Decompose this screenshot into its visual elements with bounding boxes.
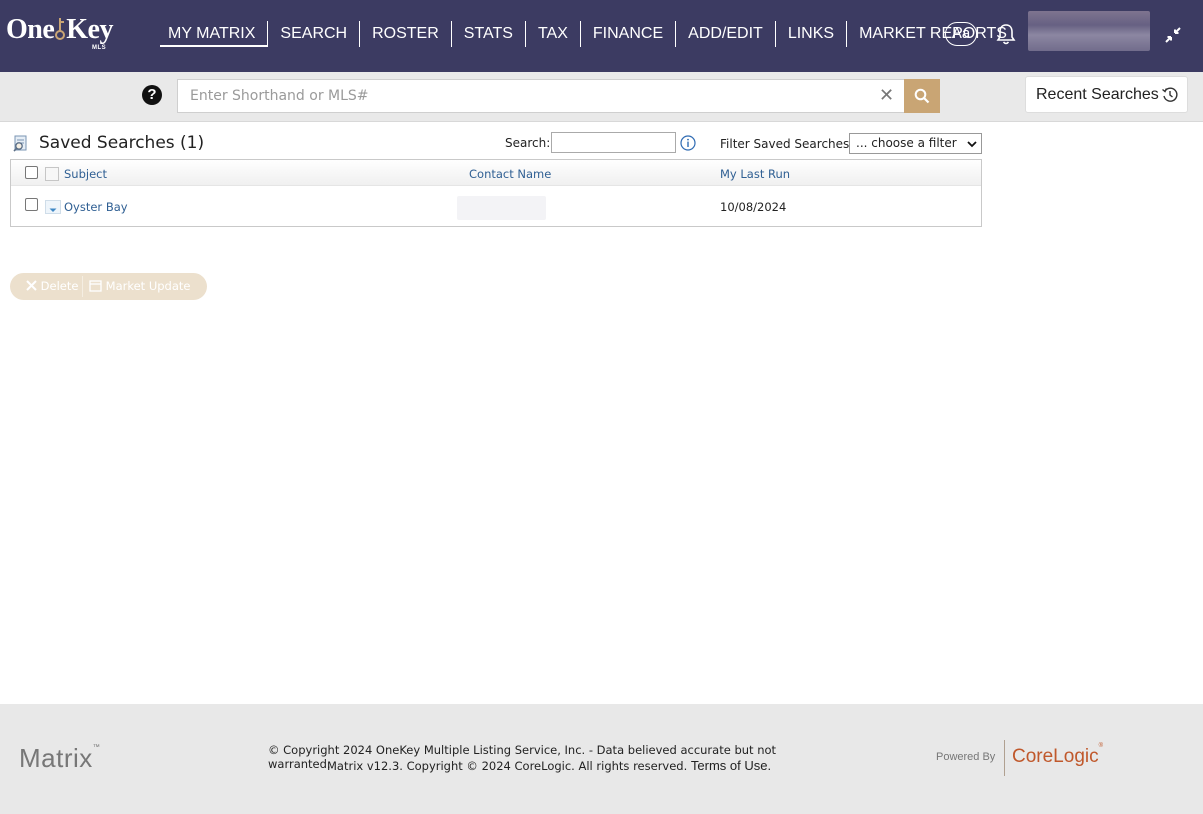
saved-search-text-input[interactable]: [551, 132, 676, 153]
matrix-logo: Matrix™: [19, 743, 100, 774]
font-size-button[interactable]: Aa: [945, 22, 977, 46]
copyright-line-2-text: Matrix v12.3. Copyright © 2024 CoreLogic…: [327, 759, 688, 773]
chevron-down-icon: [967, 141, 977, 148]
nav-finance[interactable]: FINANCE: [581, 21, 677, 47]
bell-icon[interactable]: [995, 22, 1017, 46]
shorthand-search-input[interactable]: [177, 79, 905, 113]
clear-search-icon[interactable]: ✕: [879, 87, 895, 105]
market-update-button[interactable]: Market Update: [89, 273, 191, 300]
caret-down-icon: [49, 208, 57, 212]
table-header-row: Subject Contact Name My Last Run: [11, 160, 981, 186]
logo-sub-mls: MLS: [92, 45, 107, 51]
filter-selected-value: ... choose a filter: [856, 136, 957, 150]
row-contact-name: [457, 196, 546, 220]
help-icon[interactable]: ?: [142, 85, 162, 105]
info-icon[interactable]: [680, 135, 696, 151]
recent-searches-button[interactable]: Recent Searches: [1025, 76, 1188, 113]
collapse-arrows-icon[interactable]: [1164, 26, 1182, 44]
search-icon: [914, 88, 930, 104]
nav-my-matrix[interactable]: MY MATRIX: [160, 21, 269, 47]
column-subject[interactable]: Subject: [64, 167, 107, 181]
saved-search-actions: Delete Market Update: [10, 273, 207, 300]
saved-searches-table: Subject Contact Name My Last Run Oyster …: [10, 159, 982, 227]
delete-label: Delete: [40, 279, 79, 293]
row-expand-icon[interactable]: [45, 200, 61, 214]
corelogic-logo[interactable]: CoreLogic®: [1012, 742, 1104, 768]
market-update-label: Market Update: [105, 279, 191, 293]
corelogic-text: CoreLogic: [1012, 746, 1099, 767]
matrix-logo-text: Matrix: [19, 743, 93, 773]
column-contact-name[interactable]: Contact Name: [469, 167, 551, 181]
footer-divider: [1004, 740, 1005, 776]
close-icon: [26, 280, 37, 291]
logo-text-one: One: [6, 14, 55, 45]
main-nav: MY MATRIX SEARCH ROSTER STATS TAX FINANC…: [160, 20, 1019, 48]
row-last-run: 10/08/2024: [720, 200, 787, 214]
select-all-checkbox[interactable]: [25, 166, 38, 179]
corelogic-mark: ®: [1098, 742, 1104, 749]
key-logo-icon: [54, 14, 66, 42]
row-checkbox[interactable]: [25, 198, 38, 211]
nav-roster[interactable]: ROSTER: [360, 21, 452, 47]
powered-by-label: Powered By: [936, 751, 996, 763]
filter-select[interactable]: ... choose a filter: [849, 133, 982, 154]
recent-searches-label: Recent Searches: [1036, 86, 1159, 103]
terms-of-use-link[interactable]: Terms of Use.: [691, 758, 771, 773]
nav-add-edit[interactable]: ADD/EDIT: [676, 21, 776, 47]
matrix-tm: ™: [92, 744, 101, 752]
nav-stats[interactable]: STATS: [452, 21, 526, 47]
logo-text-key: Key: [66, 14, 113, 45]
row-subject-link[interactable]: Oyster Bay: [64, 200, 128, 214]
calendar-icon: [89, 280, 102, 292]
quick-search-bar: ? ✕ Recent Searches: [0, 72, 1203, 122]
top-navigation-bar: One Key MLS MY MATRIX SEARCH ROSTER STATS…: [0, 0, 1203, 72]
nav-links[interactable]: LINKS: [776, 21, 848, 47]
filter-saved-searches-label: Filter Saved Searches:: [720, 137, 854, 151]
column-options-icon[interactable]: [45, 167, 59, 181]
saved-search-filter-label: Search:: [505, 136, 551, 150]
copyright-line-2: Matrix v12.3. Copyright © 2024 CoreLogic…: [327, 758, 771, 773]
onekey-logo[interactable]: One Key MLS: [6, 14, 113, 54]
user-account-menu[interactable]: [1028, 11, 1150, 51]
saved-searches-title: Saved Searches (1): [39, 133, 205, 153]
search-submit-button[interactable]: [904, 79, 940, 113]
footer: Matrix™ © Copyright 2024 OneKey Multiple…: [0, 704, 1203, 814]
column-my-last-run[interactable]: My Last Run: [720, 167, 790, 181]
action-divider: [82, 276, 83, 297]
history-icon: [1162, 87, 1178, 102]
nav-market-reports[interactable]: MARKET REPORTS: [847, 21, 1019, 47]
nav-tax[interactable]: TAX: [526, 21, 581, 47]
saved-search-icon: [12, 134, 30, 152]
nav-search[interactable]: SEARCH: [268, 21, 361, 47]
delete-button[interactable]: Delete: [26, 273, 78, 300]
